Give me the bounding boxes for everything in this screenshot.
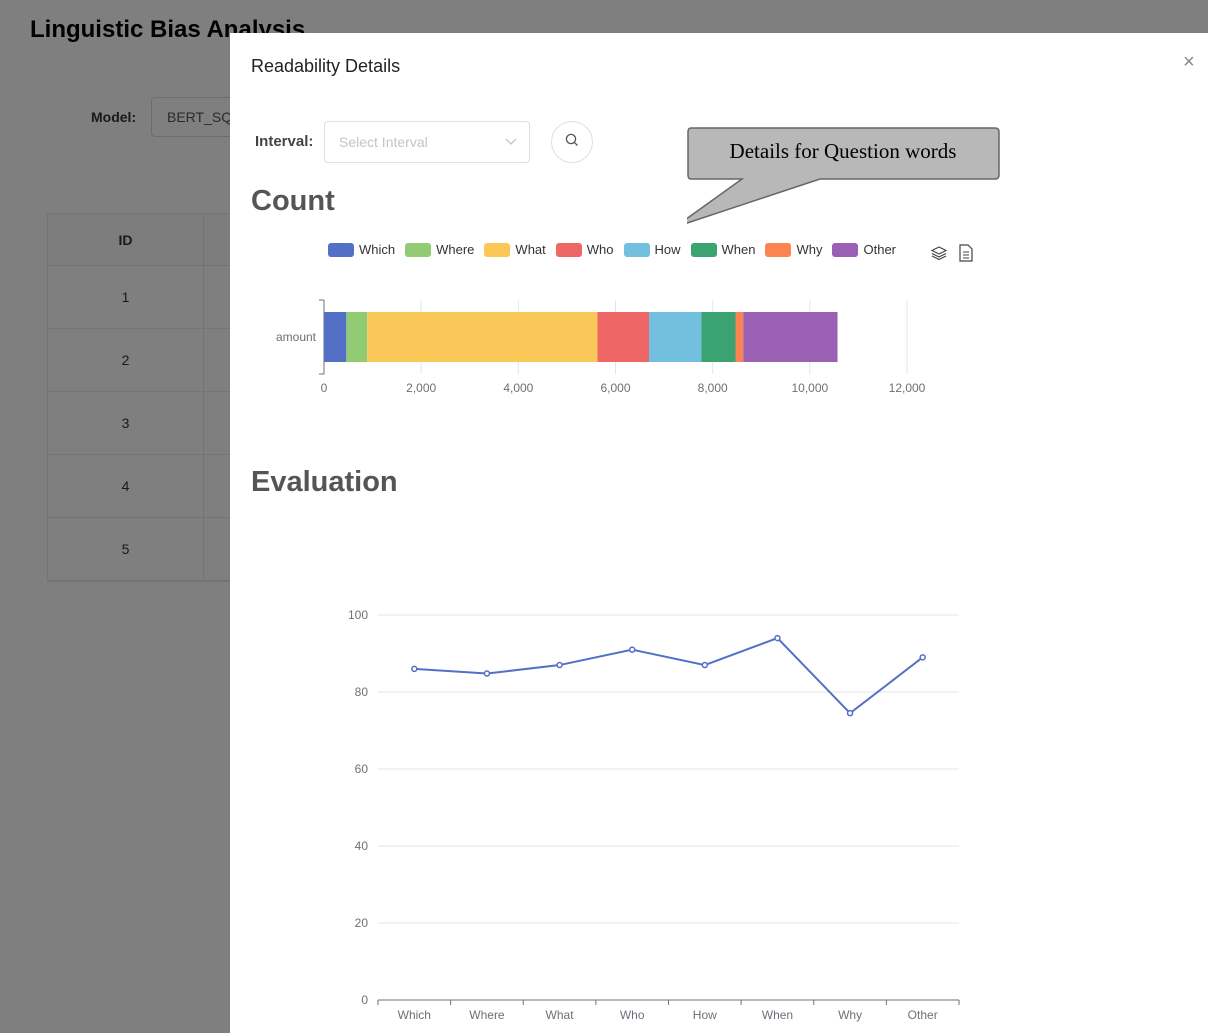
legend-label: What (515, 242, 546, 257)
legend-item[interactable]: What (484, 242, 546, 257)
x-tick-label: Who (620, 1008, 645, 1022)
interval-label: Interval: (255, 133, 314, 150)
series-line (414, 636, 924, 715)
legend-label: Where (436, 242, 475, 257)
bar-segment-how (649, 312, 702, 362)
legend-label: How (654, 242, 681, 257)
data-point (774, 634, 781, 642)
dialog-title: Readability Details (251, 56, 401, 76)
data-point (919, 654, 926, 661)
legend-item[interactable]: How (623, 242, 681, 257)
legend-swatch (690, 242, 717, 257)
x-tick-label: 12,000 (889, 381, 926, 395)
interval-select[interactable]: Select Interval (324, 121, 530, 163)
data-point (483, 670, 491, 677)
data-view-icon[interactable] (958, 244, 974, 267)
bar-segment-other (743, 312, 838, 362)
search-icon (565, 133, 579, 152)
data-point (556, 661, 563, 669)
readability-details-dialog: Readability Details × Interval: Select I… (230, 33, 1208, 1033)
y-tick-label: 100 (348, 608, 368, 622)
stack-toggle-icon[interactable] (930, 244, 948, 267)
callout-text: Details for Question words (729, 139, 957, 163)
legend-item[interactable]: When (690, 242, 756, 257)
x-tick-label: When (762, 1008, 793, 1022)
data-point (701, 661, 709, 669)
bar-segment-who (597, 312, 650, 362)
legend-item[interactable]: Who (555, 242, 614, 257)
bar-segment-why (735, 312, 744, 362)
x-tick-label: 0 (321, 381, 328, 395)
x-tick-label: 8,000 (698, 381, 728, 395)
data-point (411, 665, 418, 673)
legend-swatch (484, 242, 511, 257)
legend-item[interactable]: Why (765, 242, 822, 257)
evaluation-line-chart: 0 20 40 60 80 100 Which Where What Who How When Why O… (348, 608, 960, 1022)
bar-segment-what (367, 312, 598, 362)
legend-label: Who (586, 242, 614, 257)
data-point (628, 646, 636, 653)
count-bar-chart: 0 2,000 4,000 6,000 8,000 10,000 12,000 amount (276, 299, 926, 395)
y-tick-label: 60 (355, 762, 369, 776)
legend-item[interactable]: Where (405, 242, 474, 257)
y-category-label: amount (276, 330, 317, 344)
chart-legend: Which Where What Who How When Why Other (328, 242, 906, 257)
chart-toolbox (930, 244, 974, 267)
legend-label: Why (796, 242, 823, 257)
legend-swatch (405, 242, 432, 257)
bar-segment-when (701, 312, 736, 362)
legend-item[interactable]: Which (328, 242, 395, 257)
data-point (846, 709, 854, 717)
x-tick-label: 10,000 (791, 381, 828, 395)
x-tick-label: Where (469, 1008, 505, 1022)
y-tick-label: 0 (361, 993, 368, 1007)
bar-segment-which (324, 312, 347, 362)
legend-item[interactable]: Other (832, 242, 896, 257)
x-tick-label: 4,000 (503, 381, 533, 395)
legend-label: When (721, 242, 756, 257)
x-tick-label: How (693, 1008, 717, 1022)
legend-label: Which (359, 242, 396, 257)
legend-swatch (555, 242, 582, 257)
legend-swatch (623, 242, 650, 257)
x-tick-label: Why (838, 1008, 862, 1022)
interval-placeholder: Select Interval (339, 134, 428, 150)
x-tick-label: What (546, 1008, 575, 1022)
y-tick-label: 80 (355, 685, 369, 699)
x-tick-label: Which (398, 1008, 431, 1022)
search-button[interactable] (551, 121, 593, 163)
chevron-down-icon (505, 122, 517, 178)
x-tick-label: 2,000 (406, 381, 436, 395)
legend-swatch (765, 242, 792, 257)
legend-label: Other (863, 242, 896, 257)
y-tick-label: 20 (355, 916, 369, 930)
legend-swatch (832, 242, 859, 257)
y-tick-label: 40 (355, 839, 369, 853)
x-tick-label: 6,000 (600, 381, 630, 395)
bar-segment-where (346, 312, 368, 362)
evaluation-section-title: Evaluation (251, 466, 398, 498)
count-section-title: Count (251, 185, 335, 217)
legend-swatch (328, 242, 354, 257)
close-icon[interactable]: × (1183, 52, 1195, 72)
x-tick-label: Other (908, 1008, 938, 1022)
